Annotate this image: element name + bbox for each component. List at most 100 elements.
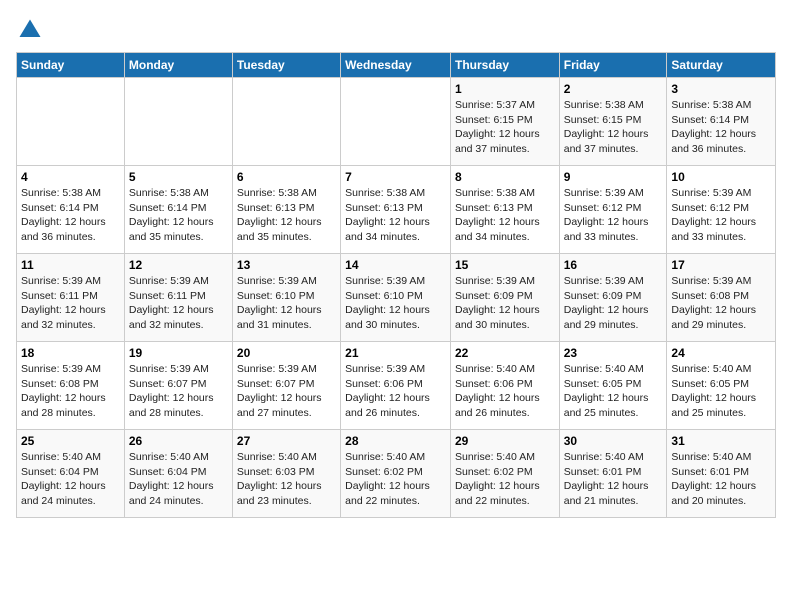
day-info: Sunrise: 5:39 AM Sunset: 6:12 PM Dayligh… [671,186,771,245]
calendar-cell: 12 Sunrise: 5:39 AM Sunset: 6:11 PM Dayli… [124,254,232,342]
calendar-cell: 9 Sunrise: 5:39 AM Sunset: 6:12 PM Daylig… [559,166,667,254]
day-number: 27 [237,434,336,448]
weekday-header: Saturday [667,53,776,78]
day-info: Sunrise: 5:39 AM Sunset: 6:08 PM Dayligh… [21,362,120,421]
calendar-cell: 4Sunrise: 5:38 AM Sunset: 6:14 PM Daylig… [17,166,125,254]
weekday-header: Wednesday [341,53,451,78]
calendar-header: SundayMondayTuesdayWednesdayThursdayFrid… [17,53,776,78]
day-number: 29 [455,434,555,448]
calendar-body: 1Sunrise: 5:37 AM Sunset: 6:15 PM Daylig… [17,78,776,518]
weekday-header: Monday [124,53,232,78]
calendar-cell: 17 Sunrise: 5:39 AM Sunset: 6:08 PM Dayli… [667,254,776,342]
day-info: Sunrise: 5:40 AM Sunset: 6:01 PM Dayligh… [564,450,663,509]
calendar-week-row: 4 Sunrise: 5:38 AM Sunset: 6:14 PM Daylig… [17,166,776,254]
calendar-cell: 10Sunrise: 5:39 AM Sunset: 6:12 PM Dayli… [667,166,776,254]
day-number: 8 [455,170,555,184]
day-number: 20 [237,346,336,360]
day-info: Sunrise: 5:40 AM Sunset: 6:05 PM Dayligh… [564,362,663,421]
day-number: 6 [237,170,336,184]
calendar-cell: 25 Sunrise: 5:40 AM Sunset: 6:04 PM Dayli… [17,430,125,518]
day-info: Sunrise: 5:39 AM Sunset: 6:10 PM Dayligh… [237,274,336,333]
day-info: Sunrise: 5:40 AM Sunset: 6:02 PM Dayligh… [455,450,555,509]
calendar-cell: 11Sunrise: 5:39 AM Sunset: 6:11 PM Dayli… [17,254,125,342]
calendar-cell: 29 Sunrise: 5:40 AM Sunset: 6:02 PM Dayli… [450,430,559,518]
day-number: 23 [564,346,663,360]
calendar-week-row: 11 Sunrise: 5:39 AM Sunset: 6:11 PM Dayli… [17,254,776,342]
logo [16,16,48,44]
day-number: 31 [671,434,771,448]
day-info: Sunrise: 5:39 AM Sunset: 6:06 PM Dayligh… [345,362,446,421]
calendar-cell: 27Sunrise: 5:40 AM Sunset: 6:03 PM Dayli… [232,430,340,518]
calendar-cell: 2 Sunrise: 5:38 AM Sunset: 6:15 PM Daylig… [559,78,667,166]
calendar-cell: 14Sunrise: 5:39 AM Sunset: 6:10 PM Dayli… [341,254,451,342]
calendar-week-row: 18 Sunrise: 5:39 AM Sunset: 6:08 PM Dayli… [17,342,776,430]
day-number: 24 [671,346,771,360]
day-info: Sunrise: 5:39 AM Sunset: 6:09 PM Dayligh… [564,274,663,333]
day-info: Sunrise: 5:40 AM Sunset: 6:04 PM Dayligh… [129,450,228,509]
calendar-cell: 1Sunrise: 5:37 AM Sunset: 6:15 PM Daylig… [450,78,559,166]
day-number: 17 [671,258,771,272]
calendar-cell: 5Sunrise: 5:38 AM Sunset: 6:14 PM Daylig… [124,166,232,254]
logo-icon [16,16,44,44]
day-number: 7 [345,170,446,184]
day-number: 13 [237,258,336,272]
day-info: Sunrise: 5:39 AM Sunset: 6:10 PM Dayligh… [345,274,446,333]
weekday-header: Tuesday [232,53,340,78]
calendar-cell: 7 Sunrise: 5:38 AM Sunset: 6:13 PM Daylig… [341,166,451,254]
day-info: Sunrise: 5:38 AM Sunset: 6:13 PM Dayligh… [455,186,555,245]
weekday-row: SundayMondayTuesdayWednesdayThursdayFrid… [17,53,776,78]
day-info: Sunrise: 5:38 AM Sunset: 6:15 PM Dayligh… [564,98,663,157]
day-number: 9 [564,170,663,184]
day-number: 22 [455,346,555,360]
calendar-cell: 31Sunrise: 5:40 AM Sunset: 6:01 PM Dayli… [667,430,776,518]
weekday-header: Friday [559,53,667,78]
day-number: 21 [345,346,446,360]
calendar-cell: 18 Sunrise: 5:39 AM Sunset: 6:08 PM Dayli… [17,342,125,430]
calendar-table: SundayMondayTuesdayWednesdayThursdayFrid… [16,52,776,518]
day-info: Sunrise: 5:38 AM Sunset: 6:14 PM Dayligh… [129,186,228,245]
day-info: Sunrise: 5:39 AM Sunset: 6:09 PM Dayligh… [455,274,555,333]
calendar-cell: 28 Sunrise: 5:40 AM Sunset: 6:02 PM Dayli… [341,430,451,518]
calendar-cell: 19Sunrise: 5:39 AM Sunset: 6:07 PM Dayli… [124,342,232,430]
day-info: Sunrise: 5:40 AM Sunset: 6:05 PM Dayligh… [671,362,771,421]
day-number: 30 [564,434,663,448]
day-number: 28 [345,434,446,448]
day-number: 2 [564,82,663,96]
day-info: Sunrise: 5:39 AM Sunset: 6:08 PM Dayligh… [671,274,771,333]
calendar-cell [341,78,451,166]
calendar-cell: 20 Sunrise: 5:39 AM Sunset: 6:07 PM Dayli… [232,342,340,430]
day-info: Sunrise: 5:40 AM Sunset: 6:02 PM Dayligh… [345,450,446,509]
calendar-cell: 30 Sunrise: 5:40 AM Sunset: 6:01 PM Dayli… [559,430,667,518]
day-number: 4 [21,170,120,184]
day-info: Sunrise: 5:38 AM Sunset: 6:14 PM Dayligh… [671,98,771,157]
day-number: 25 [21,434,120,448]
day-number: 11 [21,258,120,272]
calendar-cell: 15 Sunrise: 5:39 AM Sunset: 6:09 PM Dayli… [450,254,559,342]
calendar-cell: 3 Sunrise: 5:38 AM Sunset: 6:14 PM Daylig… [667,78,776,166]
day-info: Sunrise: 5:39 AM Sunset: 6:07 PM Dayligh… [237,362,336,421]
calendar-cell: 6 Sunrise: 5:38 AM Sunset: 6:13 PM Daylig… [232,166,340,254]
day-number: 3 [671,82,771,96]
calendar-cell: 23 Sunrise: 5:40 AM Sunset: 6:05 PM Dayli… [559,342,667,430]
calendar-cell: 13 Sunrise: 5:39 AM Sunset: 6:10 PM Dayli… [232,254,340,342]
day-info: Sunrise: 5:39 AM Sunset: 6:11 PM Dayligh… [129,274,228,333]
day-number: 12 [129,258,228,272]
calendar-cell: 22 Sunrise: 5:40 AM Sunset: 6:06 PM Dayli… [450,342,559,430]
day-info: Sunrise: 5:38 AM Sunset: 6:13 PM Dayligh… [237,186,336,245]
day-info: Sunrise: 5:40 AM Sunset: 6:04 PM Dayligh… [21,450,120,509]
day-info: Sunrise: 5:38 AM Sunset: 6:13 PM Dayligh… [345,186,446,245]
day-info: Sunrise: 5:40 AM Sunset: 6:06 PM Dayligh… [455,362,555,421]
day-number: 18 [21,346,120,360]
calendar-week-row: 1Sunrise: 5:37 AM Sunset: 6:15 PM Daylig… [17,78,776,166]
calendar-cell [124,78,232,166]
day-number: 19 [129,346,228,360]
day-number: 15 [455,258,555,272]
calendar-cell: 21 Sunrise: 5:39 AM Sunset: 6:06 PM Dayli… [341,342,451,430]
day-info: Sunrise: 5:39 AM Sunset: 6:12 PM Dayligh… [564,186,663,245]
calendar-cell: 26Sunrise: 5:40 AM Sunset: 6:04 PM Dayli… [124,430,232,518]
calendar-cell [17,78,125,166]
page-header [16,16,776,44]
calendar-cell: 8 Sunrise: 5:38 AM Sunset: 6:13 PM Daylig… [450,166,559,254]
weekday-header: Thursday [450,53,559,78]
calendar-cell: 16Sunrise: 5:39 AM Sunset: 6:09 PM Dayli… [559,254,667,342]
